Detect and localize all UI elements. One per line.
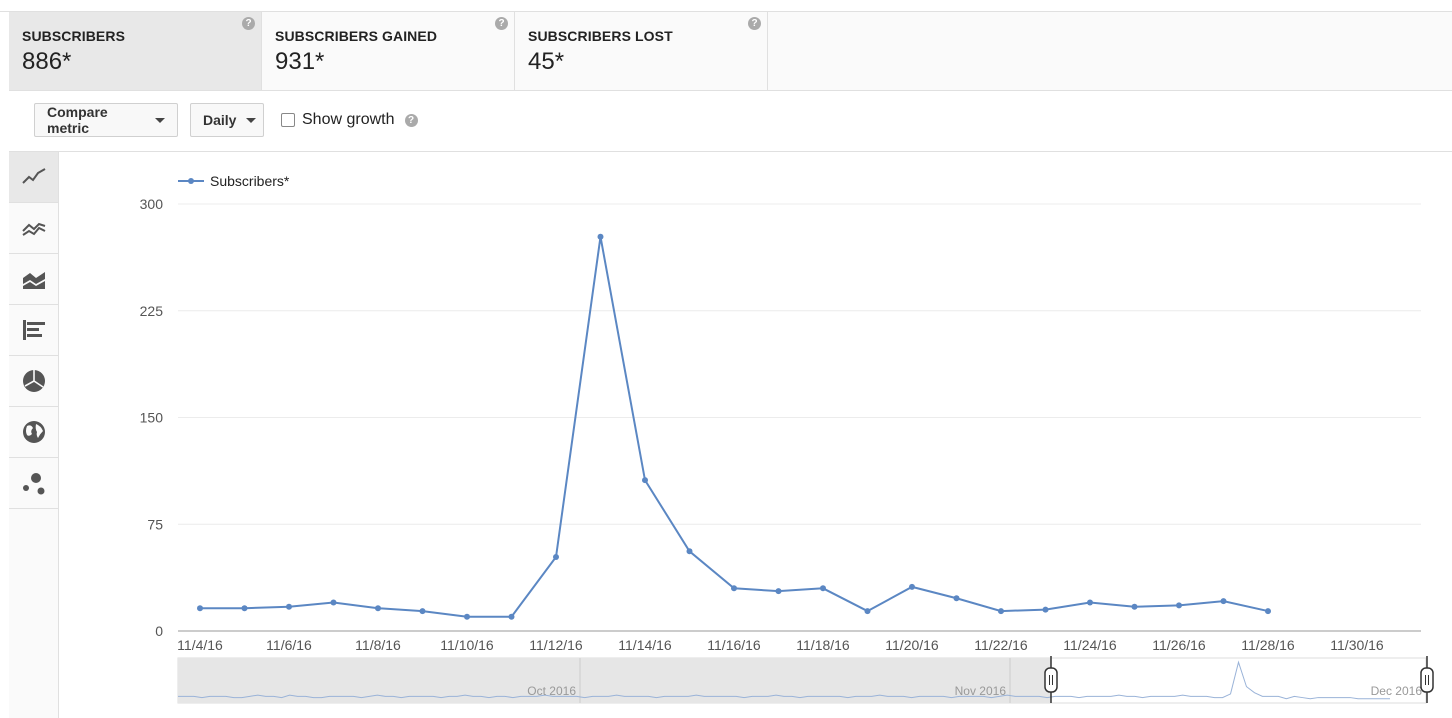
show-growth-label[interactable]: Show growth [302, 111, 395, 129]
navigator-series-line [178, 660, 1390, 700]
data-point[interactable] [597, 233, 604, 240]
help-icon[interactable]: ? [242, 17, 255, 30]
navigator-unselected-shade [178, 658, 1051, 703]
navigator-drag-handle[interactable] [1420, 667, 1434, 693]
x-tick-label: 11/28/16 [1241, 637, 1295, 653]
bar-chart-button[interactable] [9, 305, 58, 356]
y-tick-label: 150 [140, 410, 164, 426]
x-tick-label: 11/8/16 [355, 637, 401, 653]
x-tick-label: 11/12/16 [529, 637, 583, 653]
interval-dropdown[interactable]: Daily [190, 103, 264, 137]
chart-type-sidebar [9, 152, 59, 718]
data-point[interactable] [820, 585, 826, 592]
y-tick-label: 300 [140, 196, 164, 212]
help-icon[interactable]: ? [748, 17, 761, 30]
data-point[interactable] [1087, 599, 1093, 606]
x-tick-label: 11/6/16 [266, 637, 312, 653]
metric-label: SUBSCRIBERS GAINED [275, 28, 438, 44]
metric-label: SUBSCRIBERS LOST [528, 28, 673, 44]
data-point[interactable] [1131, 603, 1138, 610]
metric-cards: SUBSCRIBERS 886* ? SUBSCRIBERS GAINED 93… [9, 12, 1452, 91]
data-point[interactable] [1176, 602, 1182, 609]
data-point[interactable] [775, 588, 782, 595]
line-chart-icon [21, 168, 45, 184]
help-icon[interactable]: ? [404, 113, 418, 127]
data-point[interactable] [375, 605, 381, 612]
caret-down-icon [246, 117, 257, 123]
navigator-month-label: Oct 2016 [527, 684, 576, 698]
navigator-frame [177, 657, 1427, 704]
x-tick-label: 11/26/16 [1152, 637, 1206, 653]
metric-card-subscribers-lost[interactable]: SUBSCRIBERS LOST 45* ? [515, 12, 768, 90]
x-tick-label: 11/24/16 [1063, 637, 1117, 653]
data-point[interactable] [419, 608, 426, 615]
show-growth-control: Show growth ? [281, 111, 418, 129]
data-point[interactable] [642, 477, 648, 484]
chart-toolbar: Compare metric Daily Show growth ? [9, 91, 1452, 152]
x-tick-label: 11/18/16 [796, 637, 850, 653]
data-point[interactable] [998, 608, 1004, 615]
y-tick-label: 225 [140, 303, 164, 319]
stacked-area-chart-icon [22, 272, 45, 289]
data-point[interactable] [508, 613, 515, 620]
data-point[interactable] [686, 548, 693, 555]
y-tick-label: 0 [155, 623, 163, 639]
data-point[interactable] [864, 608, 871, 615]
x-tick-label: 11/22/16 [974, 637, 1028, 653]
data-point[interactable] [330, 599, 337, 606]
compare-metric-label: Compare metric [47, 104, 108, 136]
metric-value: 45* [528, 48, 565, 75]
show-growth-checkbox[interactable] [281, 113, 295, 127]
bubble-chart-icon [22, 473, 44, 495]
data-point[interactable] [953, 595, 960, 602]
bar-chart-icon [22, 320, 45, 340]
metric-value: 931* [275, 48, 325, 75]
data-point[interactable] [241, 605, 248, 612]
caret-down-icon [155, 117, 165, 123]
metric-card-subscribers[interactable]: SUBSCRIBERS 886* ? [9, 12, 262, 90]
data-point[interactable] [909, 583, 915, 590]
bubble-chart-button[interactable] [9, 458, 58, 509]
data-point[interactable] [1265, 608, 1271, 615]
navigator-drag-handle[interactable] [1044, 667, 1058, 693]
x-tick-label: 11/4/16 [177, 637, 223, 653]
series-line [200, 236, 1269, 618]
compare-metric-dropdown[interactable]: Compare metric [34, 103, 178, 137]
globe-map-icon [22, 421, 45, 443]
pie-chart-icon [22, 370, 45, 392]
data-point[interactable] [464, 613, 470, 620]
line-chart-button[interactable] [9, 152, 58, 203]
y-tick-label: 75 [147, 516, 163, 532]
legend-marker [188, 178, 194, 184]
data-point[interactable] [553, 553, 559, 560]
metric-card-subscribers-gained[interactable]: SUBSCRIBERS GAINED 931* ? [262, 12, 515, 90]
legend-label: Subscribers* [210, 173, 290, 189]
stacked-area-chart-button[interactable] [9, 254, 58, 305]
metric-label: SUBSCRIBERS [22, 28, 126, 44]
data-point[interactable] [1220, 598, 1227, 605]
metric-value: 886* [22, 48, 72, 75]
x-tick-label: 11/14/16 [618, 637, 672, 653]
interval-label: Daily [203, 112, 237, 128]
data-point[interactable] [197, 605, 203, 612]
help-icon[interactable]: ? [495, 17, 508, 30]
x-tick-label: 11/10/16 [440, 637, 494, 653]
navigator-month-label: Nov 2016 [955, 684, 1007, 698]
x-tick-label: 11/16/16 [707, 637, 761, 653]
multi-line-chart-icon [21, 222, 45, 236]
data-point[interactable] [731, 585, 737, 592]
pie-chart-button[interactable] [9, 356, 58, 407]
data-point[interactable] [1042, 606, 1049, 613]
multi-line-chart-button[interactable] [9, 203, 58, 254]
x-tick-label: 11/30/16 [1330, 637, 1384, 653]
navigator-month-label: Dec 2016 [1371, 684, 1423, 698]
data-point[interactable] [286, 603, 292, 610]
geo-map-button[interactable] [9, 407, 58, 458]
x-tick-label: 11/20/16 [885, 637, 939, 653]
top-strip [0, 0, 1452, 12]
